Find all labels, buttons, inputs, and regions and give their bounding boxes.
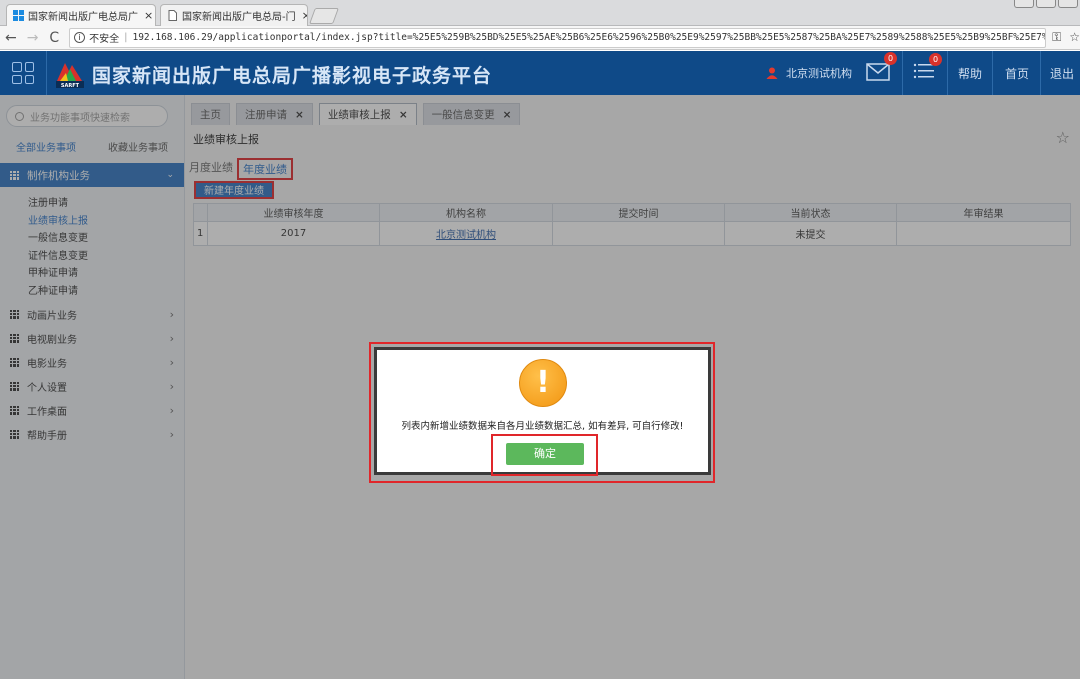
header-separator <box>947 51 948 95</box>
warning-icon: ! <box>519 359 567 407</box>
security-label: 不安全 <box>89 34 120 45</box>
close-tab-icon[interactable]: × <box>296 9 307 22</box>
user-icon <box>766 67 778 79</box>
header-separator <box>902 51 903 95</box>
app-header: SARFT 国家新闻出版广电总局广播影视电子政务平台 北京测试机构 0 0 帮助… <box>0 51 1080 95</box>
logout-link[interactable]: 退出 <box>1050 65 1074 82</box>
forward-arrow-icon[interactable]: → <box>22 30 44 46</box>
windows-icon <box>13 10 24 21</box>
address-bar-row: ← → C i 不安全 | 192.168.106.29/application… <box>0 26 1080 50</box>
browser-tab-bar: 国家新闻出版广电总局广 × 国家新闻出版广电总局-门 × <box>0 0 1080 26</box>
new-tab-button[interactable] <box>309 8 339 24</box>
url-separator: | <box>124 32 128 43</box>
header-separator <box>992 51 993 95</box>
browser-tab-active[interactable]: 国家新闻出版广电总局广 × <box>6 4 156 26</box>
key-icon[interactable]: ⚿ <box>1052 30 1061 45</box>
tasks-badge: 0 <box>929 53 942 66</box>
minimize-button[interactable] <box>1014 0 1034 8</box>
url-text: 192.168.106.29/applicationportal/index.j… <box>132 32 1047 43</box>
bookmark-star-icon[interactable]: ☆ <box>1069 30 1080 45</box>
user-menu[interactable]: 北京测试机构 <box>766 65 852 81</box>
home-link[interactable]: 首页 <box>1005 65 1029 82</box>
help-link[interactable]: 帮助 <box>958 65 982 82</box>
info-icon[interactable]: i <box>74 32 86 43</box>
header-divider <box>46 51 47 95</box>
logo-text: SARFT <box>61 83 80 89</box>
page-icon <box>168 10 177 21</box>
browser-tab-inactive[interactable]: 国家新闻出版广电总局-门 × <box>160 4 308 26</box>
close-tab-icon[interactable]: × <box>138 9 153 22</box>
window-controls <box>1014 0 1078 8</box>
ok-button[interactable]: 确定 <box>506 443 584 465</box>
browser-tab-title: 国家新闻出版广电总局-门 <box>182 12 296 23</box>
mail-badge: 0 <box>884 52 897 65</box>
url-field[interactable]: i 不安全 | 192.168.106.29/applicationportal… <box>69 27 1047 48</box>
header-separator <box>1040 51 1041 95</box>
app-grid-icon[interactable] <box>12 62 34 84</box>
reload-icon[interactable]: C <box>43 30 65 46</box>
browser-tab-title: 国家新闻出版广电总局广 <box>28 12 138 23</box>
dialog-message: 列表内新增业绩数据来自各月业绩数据汇总, 如有差异, 可自行修改! <box>401 421 684 432</box>
back-arrow-icon[interactable]: ← <box>0 30 22 46</box>
close-window-button[interactable] <box>1058 0 1078 8</box>
user-name: 北京测试机构 <box>786 67 852 80</box>
alert-dialog: ! 列表内新增业绩数据来自各月业绩数据汇总, 如有差异, 可自行修改! 确定 <box>374 347 711 476</box>
sarft-logo: SARFT <box>56 63 84 89</box>
app-title: 国家新闻出版广电总局广播影视电子政务平台 <box>92 65 493 87</box>
maximize-button[interactable] <box>1036 0 1056 8</box>
